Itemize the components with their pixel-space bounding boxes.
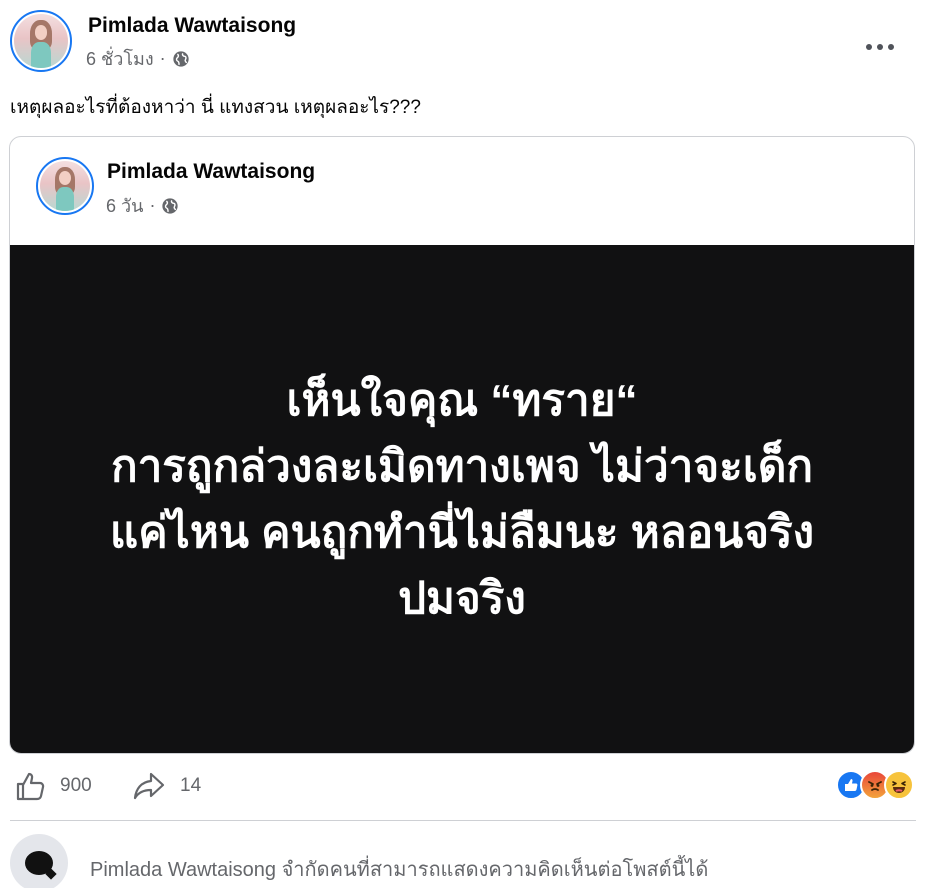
- more-options-button[interactable]: [860, 36, 900, 58]
- image-text-line: เห็นใจคุณ “ทราย“: [286, 376, 638, 425]
- like-count: 900: [60, 775, 92, 796]
- post-meta: 6 ชั่วโมง ·: [86, 44, 190, 73]
- author-photo: [14, 14, 68, 68]
- globe-icon[interactable]: [172, 50, 190, 68]
- reaction-summary[interactable]: [836, 770, 914, 800]
- shared-author-photo: [40, 161, 90, 211]
- haha-reaction-icon: [884, 770, 914, 800]
- image-text-line: การถูกล่วงละเมิดทางเพจ ไม่ว่าจะเด็ก: [110, 442, 814, 491]
- shared-post-header: Pimlada Wawtaisong 6 วัน ·: [10, 137, 914, 245]
- like-icon: [16, 772, 45, 801]
- shared-post-time[interactable]: 6 วัน: [106, 191, 143, 220]
- share-count: 14: [180, 775, 202, 796]
- like-button[interactable]: 900: [14, 770, 92, 802]
- divider: [10, 820, 916, 821]
- comment-restriction-text: Pimlada Wawtaisong จำกัดคนที่สามารถแสดงค…: [90, 859, 709, 881]
- shared-author-name[interactable]: Pimlada Wawtaisong: [107, 160, 315, 184]
- share-button[interactable]: 14: [132, 770, 201, 802]
- comment-icon: [10, 834, 68, 888]
- shared-author-avatar[interactable]: [36, 157, 94, 215]
- more-horizontal-icon: [866, 44, 872, 50]
- shared-post-meta: 6 วัน ·: [106, 191, 179, 220]
- image-text: เห็นใจคุณ “ทราย“ การถูกล่วงละเมิดทางเพจ …: [32, 368, 892, 632]
- author-name[interactable]: Pimlada Wawtaisong: [88, 14, 296, 38]
- comment-restriction: Pimlada Wawtaisong จำกัดคนที่สามารถแสดงค…: [10, 832, 916, 888]
- meta-separator: ·: [159, 48, 166, 68]
- post-time[interactable]: 6 ชั่วโมง: [86, 44, 154, 73]
- globe-icon[interactable]: [161, 197, 179, 215]
- action-bar: 900 14: [10, 762, 916, 808]
- shared-post-image[interactable]: เห็นใจคุณ “ทราย“ การถูกล่วงละเมิดทางเพจ …: [10, 245, 914, 753]
- author-avatar[interactable]: [10, 10, 72, 72]
- image-text-line: ปมจริง: [398, 574, 526, 623]
- post-text: เหตุผลอะไรที่ต้องหาว่า นี่ แทงสวน เหตุผล…: [10, 97, 421, 118]
- share-icon: [133, 772, 165, 800]
- post-header: Pimlada Wawtaisong 6 ชั่วโมง ·: [10, 10, 916, 74]
- image-text-line: แค่ไหน คนถูกทำนี่ไม่ลืมนะ หลอนจริง: [109, 508, 815, 557]
- meta-separator: ·: [149, 195, 156, 215]
- shared-post-card[interactable]: Pimlada Wawtaisong 6 วัน · เห็นใจคุณ “ทร…: [9, 136, 915, 754]
